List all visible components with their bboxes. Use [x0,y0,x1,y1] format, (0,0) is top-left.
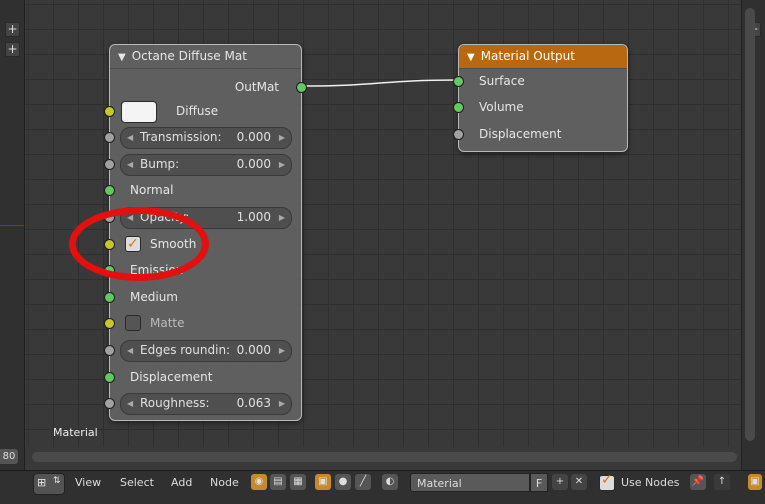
bump-socket[interactable] [104,159,115,170]
bump-row: ◀ Bump: 0.000 ▶ [104,153,301,176]
volume-row: Volume [453,96,627,118]
shader-type-icon[interactable]: ◉ [251,474,267,490]
displacement-socket[interactable] [104,372,115,383]
collapse-triangle-icon[interactable]: ▼ [467,52,475,63]
surface-row: Surface [453,70,627,92]
displacement-row: Displacement [104,366,301,388]
increment-arrow-icon[interactable]: ▶ [279,341,285,360]
decrement-arrow-icon[interactable]: ◀ [127,394,133,413]
material-tree-label: Material [53,426,98,439]
material-name-field[interactable]: Material [410,473,530,492]
displacement-output-socket[interactable] [453,129,464,140]
backdrop-icon[interactable]: ▣ [748,474,762,490]
checkmark-icon: ✓ [601,472,613,488]
pin-icon[interactable]: 📌 [690,474,706,490]
decrement-arrow-icon[interactable]: ◀ [127,128,133,147]
unlink-material-icon[interactable]: ✕ [571,474,587,490]
decrement-arrow-icon[interactable]: ◀ [127,155,133,174]
diffuse-socket[interactable] [104,106,115,117]
diffuse-label: Diffuse [176,104,219,118]
menu-view[interactable]: View [75,471,101,504]
edges-rounding-field[interactable]: ◀ Edges roundin: 0.000 ▶ [120,340,292,362]
output-row: OutMat [110,76,307,98]
collapse-triangle-icon[interactable]: ▼ [118,52,126,63]
edges-socket[interactable] [104,345,115,356]
add-material-icon[interactable]: + [552,474,568,490]
transmission-field[interactable]: ◀ Transmission: 0.000 ▶ [120,127,292,149]
highlight-annotation-circle [69,207,209,281]
parent-node-tree-icon[interactable]: ↑ [714,474,730,490]
node-editor-header: ⊞ ⇅ View Select Add Node ◉ ▤ ▦ ▣ ● ╱ ◐ M… [0,470,765,504]
matte-row: Matte [104,312,301,334]
chevron-updown-icon: ⇅ [53,476,61,486]
diffuse-row: Diffuse [104,100,301,123]
normal-row: Normal [104,179,301,201]
edges-value: 0.000 [236,343,271,357]
normal-socket[interactable] [104,185,115,196]
node-title: Material Output [480,49,575,63]
texture-type-icon[interactable]: ▦ [290,474,306,490]
bump-value: 0.000 [236,157,271,171]
transmission-label: Transmission: [140,130,222,144]
object-shader-icon[interactable]: ▣ [315,474,331,490]
compositing-type-icon[interactable]: ▤ [270,474,286,490]
displacement-label: Displacement [130,370,213,384]
outmat-socket[interactable] [296,82,307,93]
surface-socket[interactable] [453,76,464,87]
increment-arrow-icon[interactable]: ▶ [279,128,285,147]
roughness-socket[interactable] [104,398,115,409]
displacement-output-row: Displacement [453,123,627,145]
roughness-label: Roughness: [140,396,210,410]
bump-field[interactable]: ◀ Bump: 0.000 ▶ [120,154,292,176]
transmission-value: 0.000 [236,130,271,144]
menu-add[interactable]: Add [171,471,192,504]
use-nodes-checkbox[interactable]: ✓ [599,472,615,491]
use-nodes-label: Use Nodes [621,476,680,489]
editor-type-selector[interactable]: ⊞ ⇅ [33,473,65,495]
volume-socket[interactable] [453,102,464,113]
displacement-output-label: Displacement [479,127,562,141]
node-header[interactable]: ▼ Octane Diffuse Mat [110,45,301,69]
medium-socket[interactable] [104,292,115,303]
roughness-field[interactable]: ◀ Roughness: 0.063 ▶ [120,393,292,415]
line-style-icon[interactable]: ╱ [355,474,371,490]
surface-label: Surface [479,74,525,88]
transmission-row: ◀ Transmission: 0.000 ▶ [104,126,301,149]
menu-node[interactable]: Node [210,471,239,504]
roughness-value: 0.063 [236,396,271,410]
decrement-arrow-icon[interactable]: ◀ [127,341,133,360]
roughness-row: ◀ Roughness: 0.063 ▶ [104,392,301,415]
diffuse-color-swatch[interactable] [121,101,157,123]
fake-user-button[interactable]: F [530,473,548,492]
matte-label: Matte [150,316,185,330]
edges-row: ◀ Edges roundin: 0.000 ▶ [104,339,301,362]
outmat-to-surface-link [301,79,460,87]
normal-label: Normal [130,183,174,197]
output-label: OutMat [234,80,279,94]
material-browse-icon[interactable]: ◐ [382,474,398,490]
medium-row: Medium [104,286,301,308]
opacity-value: 1.000 [236,210,271,224]
matte-socket[interactable] [104,318,115,329]
bump-label: Bump: [140,157,180,171]
transmission-socket[interactable] [104,132,115,143]
increment-arrow-icon[interactable]: ▶ [279,394,285,413]
node-header[interactable]: ▼ Material Output [459,45,627,69]
edges-label: Edges roundin: [140,343,231,357]
node-title: Octane Diffuse Mat [131,49,247,63]
material-output-node[interactable]: ▼ Material Output Surface Volume Displace… [453,44,628,152]
volume-label: Volume [479,100,524,114]
node-editor-icon: ⊞ [37,476,47,489]
world-shader-icon[interactable]: ● [335,474,351,490]
matte-checkbox[interactable] [125,315,141,331]
increment-arrow-icon[interactable]: ▶ [279,155,285,174]
menu-select[interactable]: Select [120,471,154,504]
medium-label: Medium [130,290,178,304]
increment-arrow-icon[interactable]: ▶ [279,208,285,227]
